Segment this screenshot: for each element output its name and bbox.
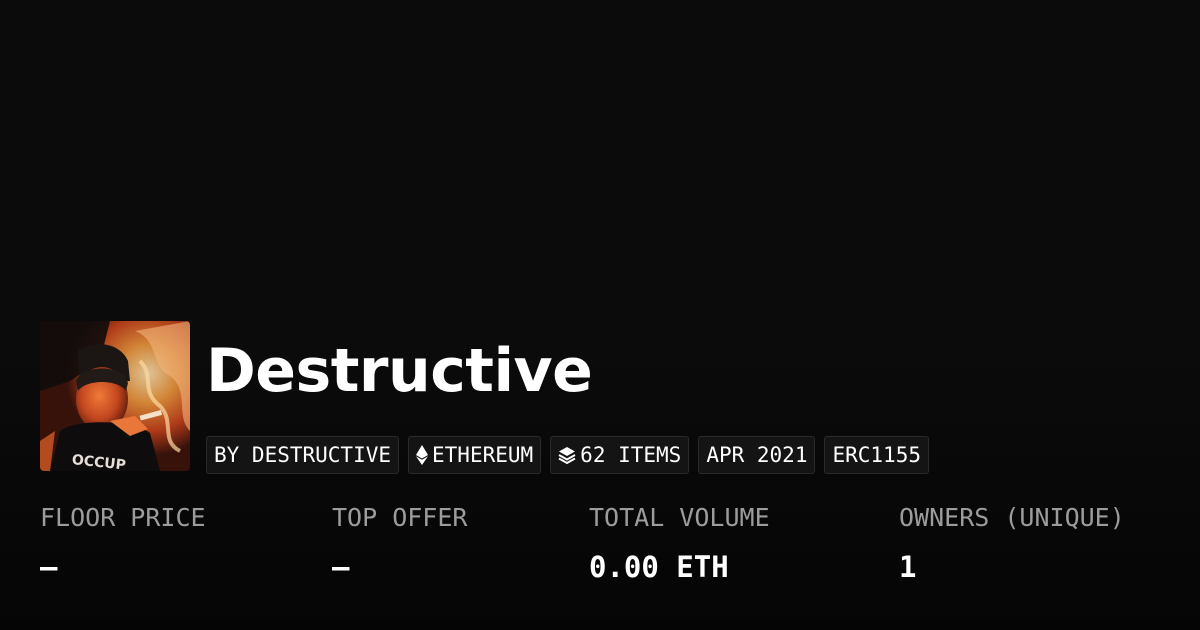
- layers-icon: [558, 446, 576, 464]
- standard-chip-label: ERC1155: [832, 443, 921, 467]
- creator-chip-label: BY DESTRUCTIVE: [214, 443, 392, 467]
- items-chip-label: 62 ITEMS: [580, 443, 682, 467]
- stat-owners: OWNERS (UNIQUE) 1: [899, 505, 1125, 582]
- chain-chip[interactable]: ETHEREUM: [408, 436, 542, 474]
- stat-value: 0.00 ETH: [589, 550, 729, 584]
- stat-value: –: [332, 550, 350, 584]
- stat-floor-price: FLOOR PRICE –: [40, 505, 206, 582]
- stat-total-volume: TOTAL VOLUME 0.00 ETH: [589, 505, 770, 582]
- standard-chip: ERC1155: [824, 436, 929, 474]
- stat-label: FLOOR PRICE: [40, 503, 206, 532]
- ethereum-icon: [416, 445, 429, 465]
- collection-info: Destructive BY DESTRUCTIVE ETHEREUM 62 I…: [206, 321, 929, 474]
- chain-chip-label: ETHEREUM: [432, 443, 534, 467]
- date-chip: APR 2021: [698, 436, 816, 474]
- collection-avatar[interactable]: OCCUP: [40, 321, 190, 471]
- stat-value: 1: [899, 550, 917, 584]
- stat-label: OWNERS (UNIQUE): [899, 503, 1125, 532]
- collection-title: Destructive: [206, 336, 593, 406]
- collection-header: OCCUP Destructive BY DESTRUCTIVE ETHEREU…: [40, 321, 929, 474]
- collection-chips: BY DESTRUCTIVE ETHEREUM 62 ITEMS APR 202…: [206, 436, 929, 474]
- avatar-image: OCCUP: [40, 321, 190, 471]
- date-chip-label: APR 2021: [706, 443, 808, 467]
- stat-label: TOP OFFER: [332, 503, 468, 532]
- stat-value: –: [40, 550, 58, 584]
- items-chip[interactable]: 62 ITEMS: [550, 436, 690, 474]
- stat-label: TOTAL VOLUME: [589, 503, 770, 532]
- creator-chip[interactable]: BY DESTRUCTIVE: [206, 436, 400, 474]
- stat-top-offer: TOP OFFER –: [332, 505, 467, 582]
